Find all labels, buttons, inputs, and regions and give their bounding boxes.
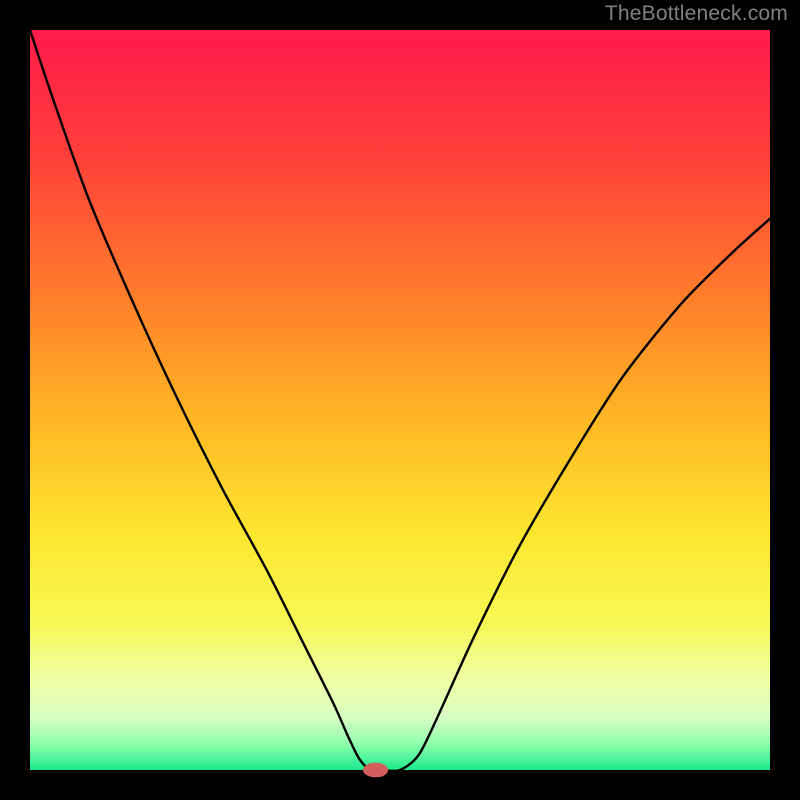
watermark-text: TheBottleneck.com [605,2,788,26]
plot-background [30,30,770,770]
minimum-marker [363,763,388,778]
bottleneck-chart [0,0,800,800]
chart-stage: TheBottleneck.com [0,0,800,800]
